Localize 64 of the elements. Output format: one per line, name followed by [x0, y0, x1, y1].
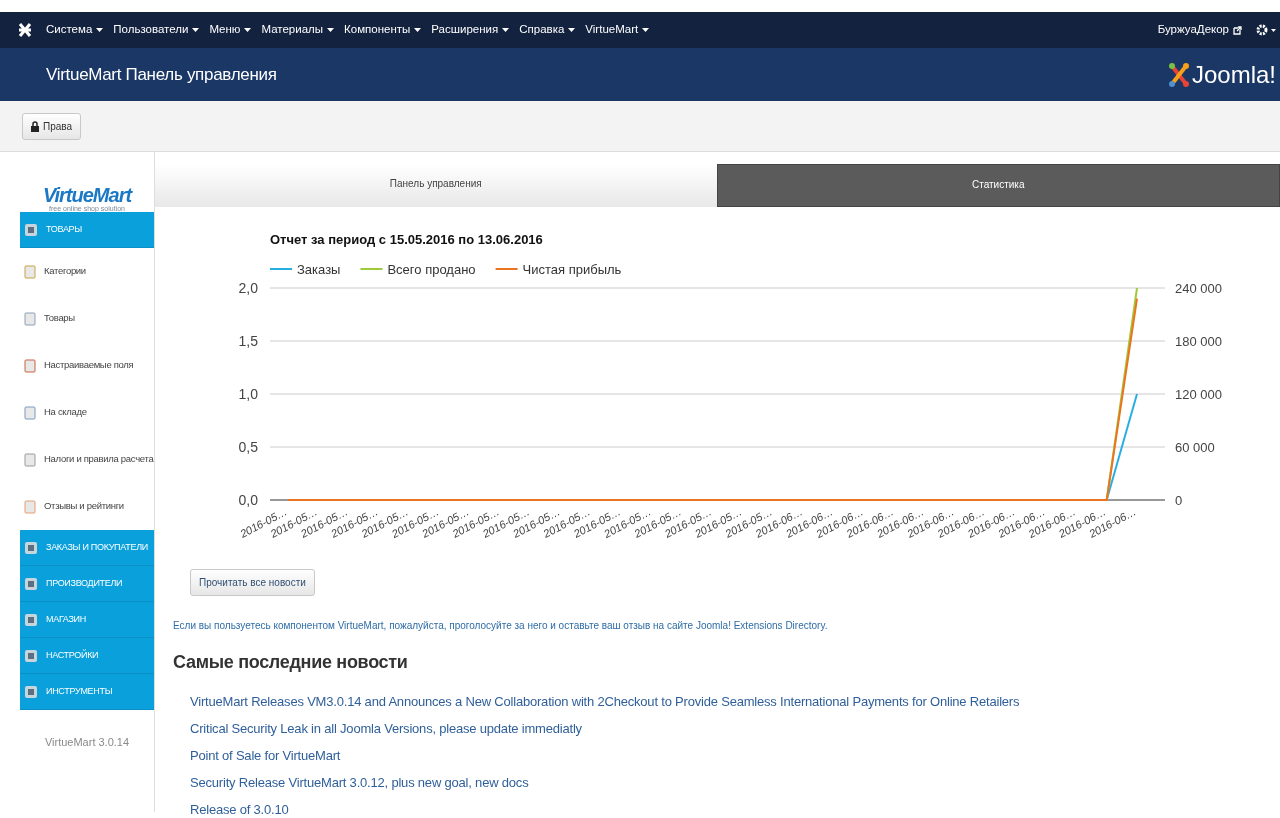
section-icon	[24, 648, 38, 663]
vote-note: Если вы пользуетесь компонентом VirtueMart, пожалуйста, проголосуйте за него и оставьте ваш отзыв на сайте Joomla! Extensions Directory.	[172, 619, 829, 633]
legend-item: Чистая прибыль	[494, 262, 622, 277]
axis-label: 180 000	[1175, 334, 1222, 349]
gear-icon[interactable]	[1256, 24, 1276, 36]
section-icon	[24, 684, 38, 699]
item-icon	[24, 358, 36, 373]
news-heading: Самые последние новости	[172, 651, 409, 674]
axis-label: 1,0	[238, 386, 258, 402]
news-link[interactable]: Release of 3.0.10	[190, 796, 289, 818]
news-link[interactable]: Point of Sale for VirtueMart	[190, 742, 341, 769]
news-link[interactable]: Security Release VirtueMart 3.0.12, plus new goal, new docs	[190, 769, 529, 796]
axis-label: 0	[1175, 493, 1183, 508]
caret-icon	[642, 28, 650, 32]
axis-label: 0,5	[238, 439, 258, 455]
caret-icon	[244, 28, 252, 32]
legend-item: Всего продано	[359, 262, 476, 277]
site-link[interactable]: БуржуаДекор	[1157, 21, 1229, 39]
axis-label: 240 000	[1175, 281, 1222, 296]
item-icon	[24, 264, 36, 279]
logo-icon	[1167, 61, 1190, 88]
menu-item[interactable]: VirtueMart	[585, 21, 639, 39]
item-icon	[24, 311, 36, 326]
version-label: VirtueMart 3.0.14	[43, 735, 131, 750]
external-link-icon	[1233, 25, 1242, 35]
legend-label: Всего продано	[387, 262, 476, 277]
section-icon	[24, 222, 38, 237]
legend-item: Заказы	[269, 262, 341, 277]
legend-label: Чистая прибыль	[522, 262, 622, 277]
section-icon	[24, 540, 38, 555]
logo-text: VirtueMart	[42, 185, 132, 205]
menu-item[interactable]: Компоненты	[344, 21, 411, 39]
caret-icon	[502, 28, 510, 32]
permissions-button[interactable]: Права	[22, 112, 82, 140]
logo-text: Joomla!	[1191, 59, 1276, 90]
section-icon	[24, 612, 38, 627]
read-news-button[interactable]: Прочитать все новости	[190, 569, 315, 596]
caret-icon	[96, 28, 104, 32]
news-link[interactable]: Critical Security Leak in all Joomla Versions, please update immediatly	[190, 715, 582, 742]
menu-item[interactable]: Пользователи	[113, 21, 189, 39]
caret-icon	[327, 28, 335, 32]
chart-title: Отчет за период с 15.05.2016 по 13.06.2016	[270, 232, 543, 247]
item-icon	[24, 499, 36, 514]
menu-item[interactable]: Материалы	[261, 21, 324, 39]
legend-label: Заказы	[297, 262, 341, 277]
axis-label: 0,0	[238, 492, 258, 508]
item-icon	[24, 405, 36, 420]
item-icon	[24, 452, 36, 467]
caret-icon	[414, 28, 422, 32]
axis-label: 120 000	[1175, 387, 1222, 402]
axis-label: 1,5	[238, 333, 258, 349]
menu-item[interactable]: Система	[46, 21, 93, 39]
axis-label: 2,0	[238, 280, 258, 296]
caret-icon	[192, 28, 200, 32]
page-title: VirtueMart Панель управления	[46, 63, 277, 86]
menu-item[interactable]: Расширения	[431, 21, 499, 39]
tab[interactable]: Статистика	[716, 164, 1280, 207]
axis-label: 60 000	[1175, 440, 1215, 455]
caret-icon	[568, 28, 576, 32]
section-icon	[24, 576, 38, 591]
lock-icon	[31, 120, 39, 132]
menu-item[interactable]: Меню	[209, 21, 241, 39]
news-link[interactable]: VirtueMart Releases VM3.0.14 and Announces a New Collaboration with 2Checkout to Provide Seamless International Payments for Online Retailers	[190, 688, 1020, 715]
menu-item[interactable]: Справка	[519, 21, 565, 39]
